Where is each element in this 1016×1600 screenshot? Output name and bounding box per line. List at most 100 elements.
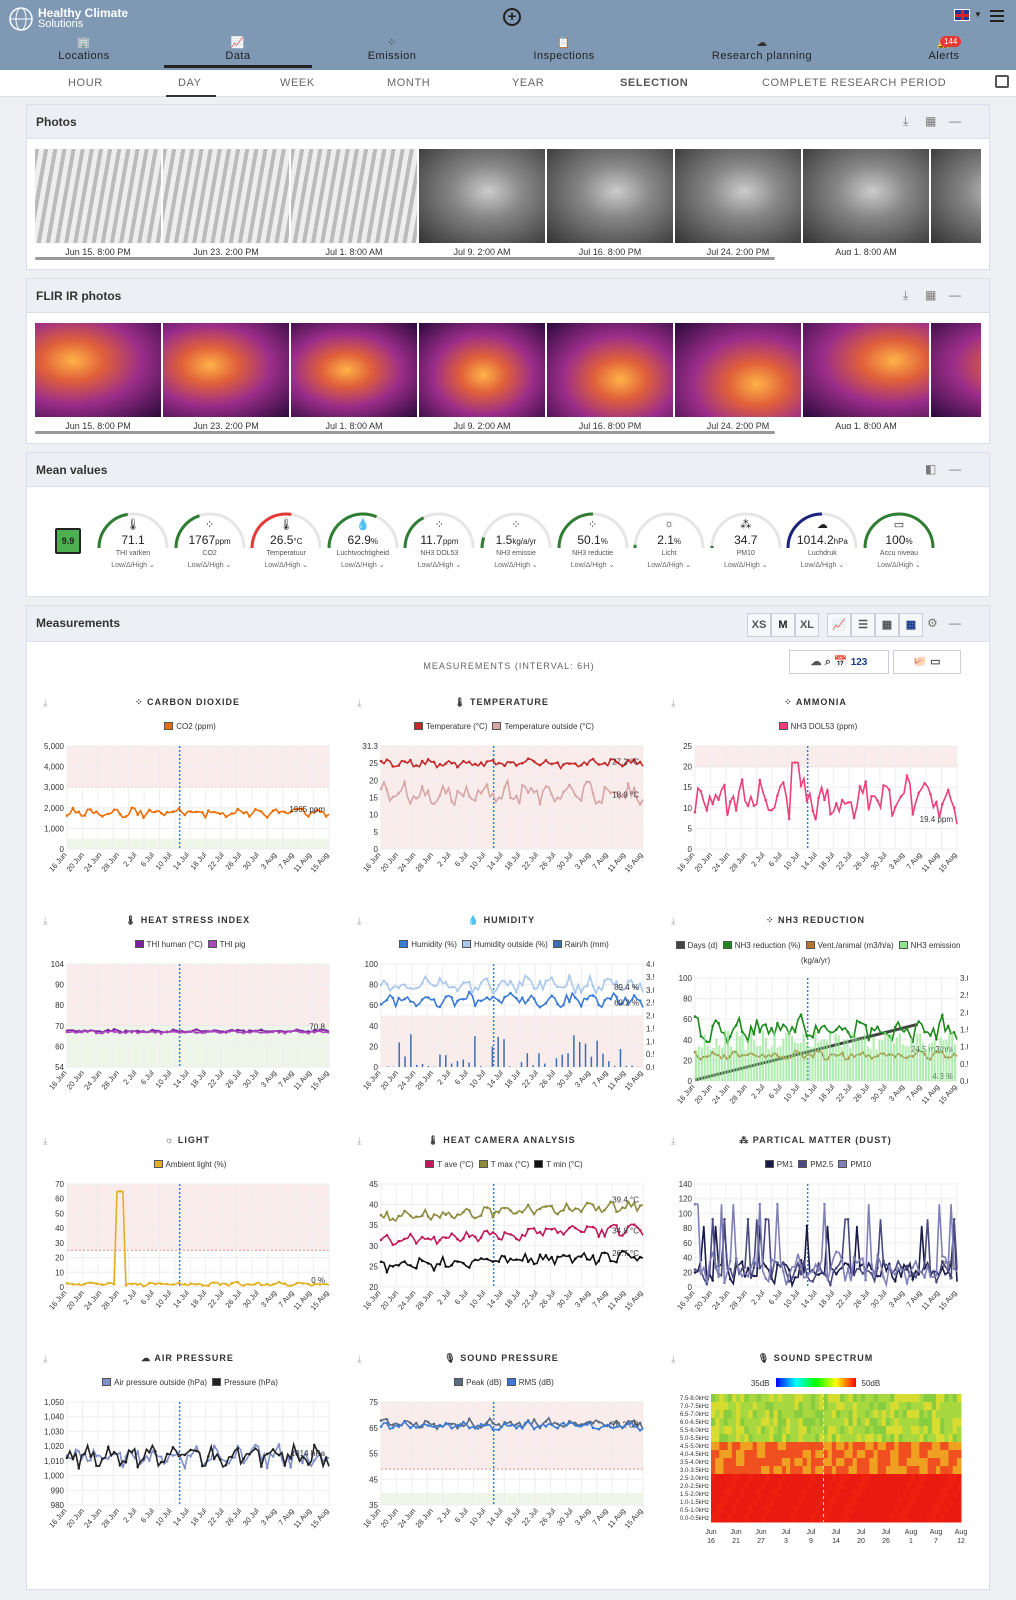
legend-swatch[interactable] (153, 1160, 163, 1168)
legend-label[interactable]: Air pressure outside (hPa) (114, 1378, 207, 1387)
tab-day[interactable]: DAY (166, 77, 216, 97)
legend-label[interactable]: PM10 (850, 1160, 871, 1169)
photo-thumbnail[interactable]: Jul 1, 8:00 AM (291, 149, 417, 255)
grid-icon[interactable]: ▦ (925, 114, 936, 128)
photo-thumbnail[interactable]: Jul 9, 2:00 AM (419, 149, 545, 255)
gauge-range-selector[interactable]: Low/Δ/High ⌄ (784, 561, 860, 569)
legend-label[interactable]: T min (°C) (546, 1160, 582, 1169)
legend-label[interactable]: Humidity (%) (411, 940, 457, 949)
nav-emission[interactable]: ⁘ Emission (337, 36, 447, 68)
gauge-temperatuur[interactable]: 🌡 26.5°C Temperatuur Low/Δ/High ⌄ (248, 510, 324, 592)
scrollbar[interactable] (35, 431, 775, 434)
legend-swatch[interactable] (454, 1378, 464, 1386)
legend-label[interactable]: Peak (dB) (466, 1378, 502, 1387)
gauge-range-selector[interactable]: Low/Δ/High ⌄ (631, 561, 707, 569)
tab-hour[interactable]: HOUR (68, 77, 103, 89)
legend-label[interactable]: THI pig (220, 940, 246, 949)
tab-year[interactable]: YEAR (512, 77, 544, 89)
animal-toggle[interactable]: 🐖 ▭ (893, 650, 961, 674)
legend-label[interactable]: Days (d) (688, 941, 718, 950)
legend-label[interactable]: RMS (dB) (519, 1378, 554, 1387)
legend-label[interactable]: Pressure (hPa) (224, 1378, 278, 1387)
cloud-icon[interactable]: ☁ (811, 656, 822, 668)
legend-label[interactable]: Temperature (°C) (426, 722, 487, 731)
size-xs-button[interactable]: XS (747, 613, 771, 637)
scrollbar[interactable] (35, 257, 775, 260)
legend-swatch[interactable] (414, 722, 424, 730)
gauge-nh3-reductie[interactable]: ⁘ 50.1% NH3 reductie Low/Δ/High ⌄ (555, 510, 631, 592)
tab-complete-research-period[interactable]: COMPLETE RESEARCH PERIOD (762, 77, 946, 89)
gauge-range-selector[interactable]: Low/Δ/High ⌄ (95, 561, 171, 569)
legend-label[interactable]: Humidity outside (%) (474, 940, 548, 949)
gauge-range-selector[interactable]: Low/Δ/High ⌄ (708, 561, 784, 569)
collapse-icon[interactable]: — (949, 114, 961, 128)
legend-swatch[interactable] (478, 1160, 488, 1168)
legend-swatch[interactable] (798, 1160, 808, 1168)
search-icon[interactable]: ⌕ (825, 656, 831, 668)
gauge-licht[interactable]: ☼ 2.1% Licht Low/Δ/High ⌄ (631, 510, 707, 592)
gauge-nh3-dol53[interactable]: ⁘ 11.7ppm NH3 DOL53 Low/Δ/High ⌄ (401, 510, 477, 592)
legend-swatch[interactable] (506, 1378, 516, 1386)
download-icon[interactable]: ⤓ (903, 288, 908, 303)
legend-label[interactable]: PM1 (777, 1160, 793, 1169)
tab-month[interactable]: MONTH (387, 77, 430, 89)
gear-icon[interactable]: ⚙ (927, 616, 938, 630)
gauge-range-selector[interactable]: Low/Δ/High ⌄ (172, 561, 248, 569)
legend-swatch[interactable] (492, 722, 502, 730)
legend-swatch[interactable] (212, 1378, 222, 1386)
legend-swatch[interactable] (552, 940, 562, 948)
size-m-button[interactable]: M (771, 613, 795, 637)
gauge-luchtvochtigheid[interactable]: 💧 62.9% Luchtvochtigheid Low/Δ/High ⌄ (325, 510, 401, 592)
legend-swatch[interactable] (134, 940, 144, 948)
photo-thumbnail[interactable]: Jul 24, 2:00 PM (675, 323, 801, 429)
legend-label[interactable]: Vent./animal (m3/h/a) (818, 941, 894, 950)
photo-thumbnail[interactable]: Aug 1, 8:00 AM (803, 323, 929, 429)
legend-label[interactable]: NH3 DOL53 (ppm) (791, 722, 858, 731)
photo-thumbnail[interactable]: Jul 16, 8:00 PM (547, 149, 673, 255)
grid-icon[interactable]: ▦ (925, 288, 936, 302)
chevron-down-icon[interactable]: ▼ (974, 10, 982, 19)
legend-label[interactable]: Temperature outside (°C) (504, 722, 593, 731)
gauge-range-selector[interactable]: Low/Δ/High ⌄ (861, 561, 937, 569)
legend-swatch[interactable] (838, 1160, 848, 1168)
grid-3-icon[interactable]: ▦ (899, 613, 923, 637)
legend-swatch[interactable] (425, 1160, 435, 1168)
photo-thumbnail[interactable] (931, 323, 981, 417)
legend-label[interactable]: Rain/h (mm) (565, 940, 609, 949)
tab-week[interactable]: WEEK (280, 77, 315, 89)
collapse-icon[interactable]: — (949, 616, 961, 630)
legend-swatch[interactable] (764, 1160, 774, 1168)
photo-strip[interactable]: Jun 15, 8:00 PM Jun 23, 2:00 PM Jul 1, 8:0… (35, 149, 981, 255)
nav-research-planning[interactable]: ☁ Research planning (682, 36, 842, 68)
photo-thumbnail[interactable]: Aug 1, 8:00 AM (803, 149, 929, 255)
collapse-icon[interactable]: — (949, 288, 961, 302)
numbers-button[interactable]: 123 (851, 657, 868, 668)
nav-inspections[interactable]: 📋 Inspections (509, 36, 619, 68)
legend-swatch[interactable] (534, 1160, 544, 1168)
add-icon[interactable]: + (503, 8, 521, 26)
photo-thumbnail[interactable]: Jul 16, 8:00 PM (547, 323, 673, 429)
gauge-range-selector[interactable]: Low/Δ/High ⌄ (401, 561, 477, 569)
gauge-co2[interactable]: ⁘ 1767ppm CO2 Low/Δ/High ⌄ (172, 510, 248, 592)
tab-selection[interactable]: SELECTION (620, 77, 688, 89)
gauge-luchdruk[interactable]: ☁ 1014.2hPa Luchdruk Low/Δ/High ⌄ (784, 510, 860, 592)
photo-thumbnail[interactable]: Jul 24, 2:00 PM (675, 149, 801, 255)
nav-data[interactable]: 📈 Data (164, 36, 312, 68)
gauge-nh3-emissie[interactable]: ⁘ 1.5kg/a/yr NH3 emissie Low/Δ/High ⌄ (478, 510, 554, 592)
legend-swatch[interactable] (102, 1378, 112, 1386)
photo-thumbnail[interactable]: Jun 23, 2:00 PM (163, 149, 289, 255)
legend-swatch[interactable] (207, 940, 217, 948)
download-icon[interactable]: ⤓ (903, 114, 908, 129)
photo-thumbnail[interactable]: Jun 23, 2:00 PM (163, 323, 289, 429)
legend-label[interactable]: T max (°C) (491, 1160, 530, 1169)
brand-logo[interactable]: Healthy Climate Solutions (8, 6, 128, 32)
menu-icon[interactable] (990, 10, 1004, 22)
gauge-range-selector[interactable]: Low/Δ/High ⌄ (325, 561, 401, 569)
legend-swatch[interactable] (898, 941, 908, 949)
layout-icon[interactable]: ◧ (925, 462, 936, 476)
legend-swatch[interactable] (675, 941, 685, 949)
photo-thumbnail[interactable]: Jun 15, 8:00 PM (35, 323, 161, 429)
legend-label[interactable]: PM2.5 (810, 1160, 833, 1169)
gauge-thi-varken[interactable]: 🌡 71.1 THI varken Low/Δ/High ⌄ (95, 510, 171, 592)
uk-flag-icon[interactable] (954, 9, 970, 21)
